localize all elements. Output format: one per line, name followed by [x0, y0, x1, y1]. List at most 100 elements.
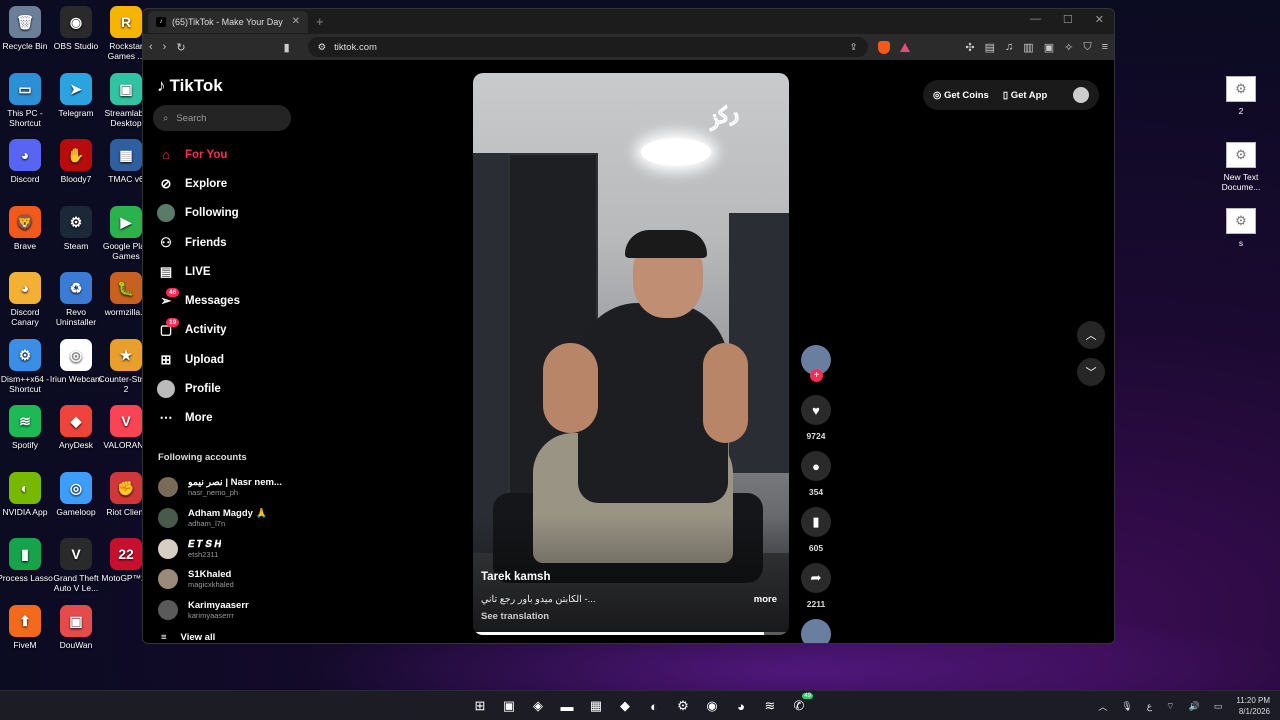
desktop-shortcut[interactable]: ▮ Process Lasso: [0, 538, 53, 583]
following-account[interactable]: نصر نيمو | Nasr nem... nasr_nemo_ph: [158, 472, 293, 503]
site-info-icon[interactable]: ⚙: [318, 42, 327, 53]
edge-icon[interactable]: ◐: [644, 695, 664, 717]
search-input[interactable]: ⌕ Search: [153, 105, 291, 131]
video-progress-bar[interactable]: [473, 632, 789, 635]
media-icon[interactable]: ♫: [1005, 41, 1013, 53]
sidebar-item-profile[interactable]: Profile: [157, 374, 297, 403]
discord-taskbar-icon[interactable]: ◕: [731, 695, 751, 717]
reload-icon[interactable]: ↻: [176, 41, 185, 54]
address-bar[interactable]: ⚙ tiktok.com ⇪: [307, 37, 868, 57]
sidebar-item-upload[interactable]: ⊞ Upload: [157, 345, 297, 374]
close-tab-icon[interactable]: ✕: [292, 16, 300, 27]
creator-avatar[interactable]: +: [801, 345, 831, 382]
obs-taskbar-icon[interactable]: ◉: [702, 695, 722, 717]
see-translation-button[interactable]: See translation: [481, 611, 549, 622]
vpn-icon[interactable]: ⛉: [1083, 41, 1091, 54]
sidebar-item-friends[interactable]: ⚇ Friends: [157, 228, 297, 257]
sidebar-item-for-you[interactable]: ⌂ For You: [157, 140, 297, 169]
share-action[interactable]: ➦ 2211: [800, 563, 832, 609]
follow-plus-icon[interactable]: +: [810, 369, 823, 382]
comment-action[interactable]: ● 354: [800, 451, 832, 497]
bookmark-icon[interactable]: ▮: [284, 41, 290, 54]
desktop-shortcut[interactable]: ◕ Discord: [0, 139, 53, 184]
desktop-file[interactable]: ⚙ New Text Docume...: [1211, 142, 1271, 192]
forward-icon[interactable]: ›: [163, 41, 167, 53]
desktop-shortcut[interactable]: ⬆ FiveM: [0, 604, 53, 650]
wallet-icon[interactable]: ▣: [1044, 41, 1054, 54]
share-arrow-icon[interactable]: ➦: [801, 563, 831, 593]
sidebar-item-more[interactable]: ⋯ More: [157, 404, 297, 433]
clock[interactable]: 11:20 PM 8/1/2026: [1236, 695, 1270, 717]
following-account[interactable]: Adham Magdy 🙏 adham_l7n: [158, 503, 293, 534]
desktop-shortcut[interactable]: 🦁 Brave: [0, 205, 53, 251]
desktop-file[interactable]: ⚙ 2: [1211, 76, 1271, 116]
save-action[interactable]: ▮ 605: [800, 507, 832, 553]
heart-icon[interactable]: ♥: [801, 395, 831, 425]
store-icon[interactable]: ▦: [586, 695, 606, 717]
desktop-shortcut[interactable]: ◎ Iriun Webcam: [48, 338, 104, 384]
desktop-file[interactable]: ⚙ s: [1211, 208, 1271, 248]
following-account[interactable]: 𝑬 𝑻 𝑺 𝑯etsh2311: [158, 533, 293, 564]
desktop-shortcut[interactable]: ◎ Gameloop: [48, 471, 104, 517]
back-icon[interactable]: ‹: [149, 41, 153, 53]
user-avatar[interactable]: [1073, 87, 1089, 103]
sidebar-item-following[interactable]: Following: [157, 199, 297, 228]
battery-icon[interactable]: ▭: [1214, 701, 1223, 712]
sidebar-item-live[interactable]: ▤ LIVE: [157, 257, 297, 286]
video-player[interactable]: ركز Tarek kamsh الكابتن ميدو باور رجع تا…: [473, 73, 789, 635]
get-coins-button[interactable]: ◎ Get Coins: [933, 90, 989, 101]
following-account[interactable]: S1Khaled magicxkhaled: [158, 564, 293, 595]
whatsapp-taskbar-icon[interactable]: ✆ 49: [789, 693, 813, 717]
desktop-shortcut[interactable]: ◕ Discord Canary: [0, 272, 53, 327]
task-view-icon[interactable]: ▣: [499, 695, 519, 717]
brave-shields-icon[interactable]: [877, 40, 890, 54]
share-icon[interactable]: ⇪: [850, 42, 858, 53]
desktop-shortcut[interactable]: V Grand Theft Auto V Le...: [48, 538, 104, 593]
get-app-button[interactable]: ▯ Get App: [1003, 90, 1047, 101]
desktop-shortcut[interactable]: ▣ DouWan: [48, 604, 104, 650]
comment-icon[interactable]: ●: [801, 451, 831, 481]
desktop-shortcut[interactable]: ♻ Revo Uninstaller: [48, 272, 104, 327]
volume-icon[interactable]: 🔊: [1189, 701, 1200, 712]
desktop-shortcut[interactable]: ≋ Spotify: [0, 405, 53, 450]
desktop-shortcut[interactable]: ◉ OBS Studio: [48, 6, 104, 51]
music-disc-icon[interactable]: [801, 619, 831, 643]
bookmark-save-icon[interactable]: ▮: [801, 507, 831, 537]
close-window-icon[interactable]: ✕: [1095, 13, 1104, 26]
previous-video-button[interactable]: ︿: [1077, 321, 1105, 349]
view-all-button[interactable]: ≡ View all: [161, 632, 215, 643]
sidebar-item-activity[interactable]: ▢ 19 Activity: [157, 316, 297, 345]
maximize-icon[interactable]: ☐: [1063, 13, 1073, 26]
sidebar-icon[interactable]: ▥: [1023, 41, 1033, 54]
sidebar-item-explore[interactable]: ⊘ Explore: [157, 169, 297, 198]
tab-tiktok[interactable]: ♪ (65)TikTok - Make Your Day ✕: [148, 10, 308, 33]
tiktok-logo[interactable]: ♪ TikTok: [157, 76, 223, 96]
video-author[interactable]: Tarek kamsh: [481, 571, 550, 583]
microphone-icon[interactable]: 🎙: [1121, 701, 1132, 712]
next-video-button[interactable]: ﹀: [1077, 358, 1105, 386]
wifi-icon[interactable]: ⌔: [1166, 701, 1174, 712]
desktop-shortcut[interactable]: 🗑 Recycle Bin: [0, 6, 53, 51]
sidebar-item-messages[interactable]: ➢ 46 Messages: [157, 286, 297, 315]
desktop-shortcut[interactable]: ▭ This PC - Shortcut: [0, 72, 53, 128]
like-action[interactable]: ♥ 9724: [800, 395, 832, 441]
following-account[interactable]: Karimyaaserr karimyaaserrr: [158, 595, 293, 626]
brave-taskbar-icon[interactable]: ◆: [615, 695, 635, 717]
menu-icon[interactable]: ≡: [1102, 41, 1108, 53]
brave-rewards-icon[interactable]: [899, 42, 910, 52]
extensions-icon[interactable]: ✣: [965, 41, 974, 54]
desktop-shortcut[interactable]: ◐ NVIDIA App: [0, 471, 53, 517]
desktop-shortcut[interactable]: ⚙ Dism++x64 - Shortcut: [0, 338, 53, 394]
windows-start-icon[interactable]: ⊞: [470, 695, 490, 717]
leo-ai-icon[interactable]: ✧: [1064, 41, 1073, 54]
reader-icon[interactable]: ▤: [985, 41, 995, 54]
tray-overflow-icon[interactable]: ︿: [1098, 700, 1107, 713]
minimize-icon[interactable]: —: [1030, 13, 1041, 26]
desktop-shortcut[interactable]: ✋ Bloody7: [48, 139, 104, 184]
caption-more-button[interactable]: more: [754, 594, 777, 605]
file-explorer-icon[interactable]: ▬: [557, 695, 577, 717]
desktop-shortcut[interactable]: ➤ Telegram: [48, 72, 104, 118]
desktop-shortcut[interactable]: ⚙ Steam: [48, 205, 104, 251]
steam-taskbar-icon[interactable]: ⚙: [673, 695, 693, 717]
spotify-taskbar-icon[interactable]: ≋: [760, 695, 780, 717]
